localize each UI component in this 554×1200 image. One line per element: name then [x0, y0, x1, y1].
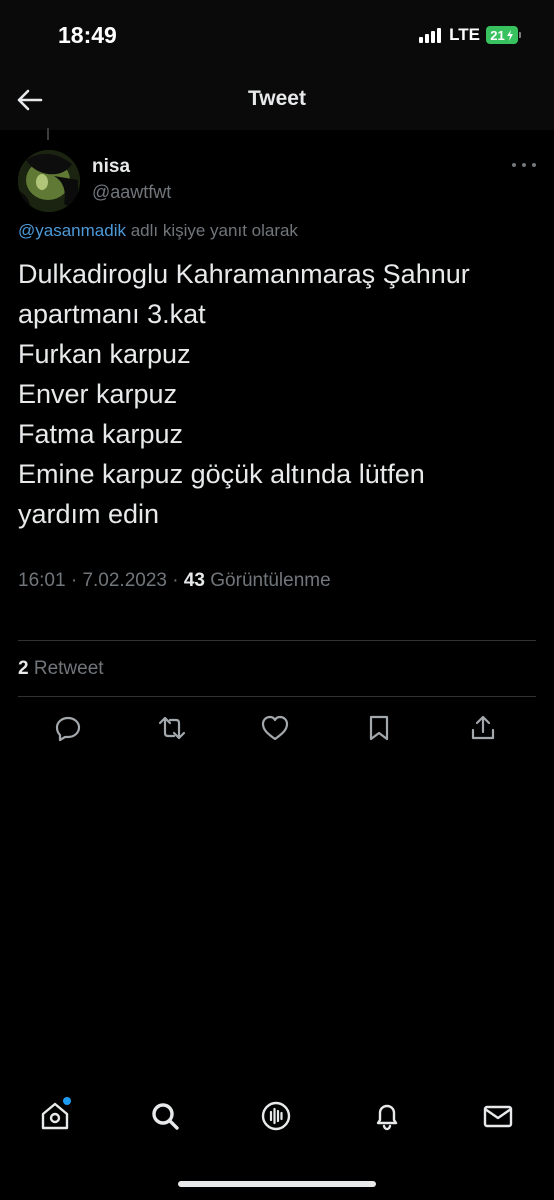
search-icon	[152, 1103, 179, 1130]
meta-separator: ·	[65, 570, 83, 591]
tweet-date: 7.02.2023	[82, 570, 167, 591]
bookmark-icon	[369, 715, 389, 741]
divider	[18, 696, 536, 697]
reply-context: @yasanmadik adlı kişiye yanıt olarak	[18, 221, 298, 241]
thread-connector	[47, 128, 49, 140]
tweet-text-line: Emine karpuz göçük altında lütfen	[18, 459, 425, 489]
spaces-icon	[261, 1101, 291, 1131]
view-count: 43	[183, 570, 205, 591]
tab-notifications[interactable]	[369, 1098, 405, 1134]
network-type: LTE	[449, 25, 480, 44]
signal-icon	[419, 27, 442, 43]
like-icon	[261, 715, 289, 741]
tweet-text: Dulkadiroglu Kahramanmaraş Şahnur apartm…	[18, 254, 538, 534]
retweet-label: Retweet	[28, 658, 104, 679]
tweet-time: 16:01	[18, 570, 66, 591]
status-bar: 18:49 LTE 21	[0, 0, 554, 72]
bottom-tab-bar	[0, 1090, 554, 1146]
reply-mention-link[interactable]: @yasanmadik	[18, 221, 126, 240]
tweet-text-line: Enver karpuz	[18, 379, 178, 409]
share-icon	[471, 715, 495, 740]
tweet-meta: 16:01 · 7.02.2023 · 43 Görüntülenme	[18, 570, 331, 591]
tweet-text-line: Dulkadiroglu Kahramanmaraş Şahnur	[18, 259, 470, 289]
divider	[18, 640, 536, 641]
more-options-button[interactable]	[512, 158, 536, 172]
reply-context-label: adlı kişiye yanıt olarak	[125, 221, 298, 240]
battery-level: 21	[490, 27, 505, 43]
tweet-actions	[0, 708, 554, 748]
tab-messages[interactable]	[480, 1098, 516, 1134]
bookmark-button[interactable]	[363, 712, 395, 744]
retweet-button[interactable]	[156, 712, 188, 744]
reply-button[interactable]	[52, 712, 84, 744]
page-title: Tweet	[248, 87, 306, 110]
share-button[interactable]	[467, 712, 499, 744]
tweet-text-line: yardım edin	[18, 499, 160, 529]
author-name[interactable]: nisa	[92, 156, 130, 178]
status-indicators: LTE 21	[419, 25, 521, 45]
notification-dot	[63, 1097, 71, 1105]
notifications-icon	[376, 1104, 398, 1131]
reply-icon	[55, 716, 81, 742]
avatar-image	[18, 150, 80, 212]
retweet-count: 2	[18, 658, 29, 679]
like-button[interactable]	[259, 712, 291, 744]
battery-icon: 21	[486, 26, 521, 44]
tab-search[interactable]	[147, 1098, 183, 1134]
avatar[interactable]	[18, 150, 80, 212]
home-indicator[interactable]	[178, 1181, 376, 1187]
retweet-stats[interactable]: 2 Retweet	[18, 658, 104, 680]
view-label: Görüntülenme	[205, 570, 331, 591]
tweet-text-line: apartmanı 3.kat	[18, 299, 206, 329]
author-handle[interactable]: @aawtfwt	[92, 182, 171, 203]
top-nav-bar: Tweet	[0, 72, 554, 130]
retweet-icon	[158, 716, 186, 740]
tab-home[interactable]	[37, 1097, 73, 1134]
more-icon	[512, 163, 516, 167]
status-time: 18:49	[58, 22, 117, 48]
tab-spaces[interactable]	[258, 1098, 294, 1134]
tweet-text-line: Fatma karpuz	[18, 419, 184, 449]
tweet-text-line: Furkan karpuz	[18, 339, 191, 369]
messages-icon	[483, 1105, 513, 1128]
